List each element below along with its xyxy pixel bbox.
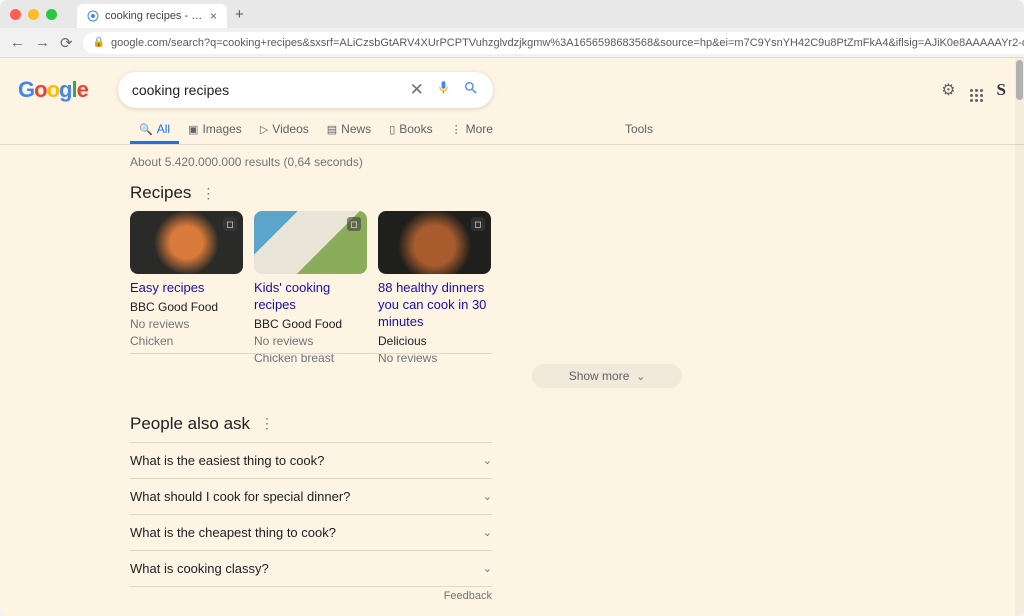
recipe-reviews: No reviews bbox=[254, 334, 367, 348]
account-icon[interactable]: S bbox=[997, 80, 1006, 100]
search-small-icon: 🔍 bbox=[139, 123, 153, 136]
recipe-image: ◻ bbox=[254, 211, 367, 274]
tab-all[interactable]: 🔍All bbox=[130, 114, 179, 144]
tab-news[interactable]: ▤News bbox=[318, 114, 380, 144]
window-maximize-button[interactable] bbox=[46, 9, 57, 20]
recipes-more-icon[interactable]: ⋮ bbox=[201, 185, 215, 202]
settings-icon[interactable]: ⚙ bbox=[941, 80, 955, 100]
recipe-tag: Chicken bbox=[130, 334, 243, 348]
back-button[interactable]: ← bbox=[10, 34, 25, 51]
recipe-source: BBC Good Food bbox=[254, 317, 367, 331]
tab-tools[interactable]: Tools bbox=[616, 114, 662, 144]
result-stats: About 5.420.000.000 results (0,64 second… bbox=[130, 155, 1024, 169]
image-icon: ▣ bbox=[188, 123, 198, 136]
recipe-reviews: No reviews bbox=[130, 317, 243, 331]
book-icon: ▯ bbox=[389, 123, 395, 136]
search-icon[interactable] bbox=[463, 80, 479, 101]
mic-icon[interactable] bbox=[436, 80, 451, 100]
bookmark-icon[interactable]: ◻ bbox=[223, 217, 237, 231]
feedback-link[interactable]: Feedback bbox=[130, 587, 492, 602]
paa-heading: People also ask bbox=[130, 414, 250, 434]
video-icon: ▷ bbox=[260, 123, 268, 136]
browser-tab-active[interactable]: cooking recipes - Google Sear × bbox=[77, 4, 227, 28]
recipe-title: Easy recipes bbox=[130, 280, 243, 297]
forward-button[interactable]: → bbox=[35, 34, 50, 51]
show-more-button[interactable]: Show more ⌄ bbox=[532, 364, 682, 388]
chevron-down-icon: ⌄ bbox=[483, 526, 492, 539]
recipe-card[interactable]: ◻ Easy recipes BBC Good Food No reviews … bbox=[130, 211, 243, 365]
recipe-title: 88 healthy dinners you can cook in 30 mi… bbox=[378, 280, 491, 331]
news-icon: ▤ bbox=[327, 123, 337, 136]
paa-item[interactable]: What is the cheapest thing to cook?⌄ bbox=[130, 515, 492, 551]
url-text: google.com/search?q=cooking+recipes&sxsr… bbox=[111, 37, 1024, 49]
recipe-image: ◻ bbox=[130, 211, 243, 274]
reload-button[interactable]: ⟳ bbox=[60, 34, 73, 52]
page-content: Google ✕ ⚙ S bbox=[0, 58, 1024, 616]
google-logo[interactable]: Google bbox=[18, 77, 88, 103]
window-close-button[interactable] bbox=[10, 9, 21, 20]
search-box[interactable]: ✕ bbox=[118, 72, 493, 108]
recipes-heading: Recipes bbox=[130, 183, 191, 203]
paa-item[interactable]: What is the easiest thing to cook?⌄ bbox=[130, 442, 492, 479]
paa-more-icon[interactable]: ⋮ bbox=[260, 415, 274, 432]
window-minimize-button[interactable] bbox=[28, 9, 39, 20]
tab-images[interactable]: ▣Images bbox=[179, 114, 251, 144]
bookmark-icon[interactable]: ◻ bbox=[347, 217, 361, 231]
new-tab-button[interactable]: + bbox=[235, 6, 244, 23]
paa-item[interactable]: What is cooking classy?⌄ bbox=[130, 551, 492, 587]
url-bar[interactable]: 🔒 google.com/search?q=cooking+recipes&sx… bbox=[83, 32, 1024, 54]
tab-close-icon[interactable]: × bbox=[210, 9, 217, 23]
recipe-card[interactable]: ◻ 88 healthy dinners you can cook in 30 … bbox=[378, 211, 491, 365]
recipe-card[interactable]: ◻ Kids' cooking recipes BBC Good Food No… bbox=[254, 211, 367, 365]
tab-books[interactable]: ▯Books bbox=[380, 114, 441, 144]
paa-item[interactable]: What should I cook for special dinner?⌄ bbox=[130, 479, 492, 515]
scrollbar[interactable] bbox=[1015, 58, 1024, 616]
clear-icon[interactable]: ✕ bbox=[410, 80, 424, 100]
recipe-title: Kids' cooking recipes bbox=[254, 280, 367, 314]
recipe-image: ◻ bbox=[378, 211, 491, 274]
apps-icon[interactable] bbox=[970, 79, 983, 102]
window-titlebar: cooking recipes - Google Sear × + bbox=[0, 0, 1024, 28]
google-favicon bbox=[87, 10, 99, 22]
lock-icon: 🔒 bbox=[93, 37, 105, 48]
chevron-down-icon: ⌄ bbox=[483, 490, 492, 503]
tab-title: cooking recipes - Google Sear bbox=[105, 10, 204, 22]
tab-videos[interactable]: ▷Videos bbox=[251, 114, 318, 144]
more-vert-icon: ⋮ bbox=[451, 123, 462, 136]
browser-toolbar: ← → ⟳ 🔒 google.com/search?q=cooking+reci… bbox=[0, 28, 1024, 58]
recipe-source: Delicious bbox=[378, 334, 491, 348]
chevron-down-icon: ⌄ bbox=[483, 454, 492, 467]
recipe-source: BBC Good Food bbox=[130, 300, 243, 314]
search-input[interactable] bbox=[132, 82, 410, 98]
tab-more[interactable]: ⋮More bbox=[442, 114, 502, 144]
divider bbox=[130, 353, 492, 354]
bookmark-icon[interactable]: ◻ bbox=[471, 217, 485, 231]
chevron-down-icon: ⌄ bbox=[636, 371, 645, 383]
chevron-down-icon: ⌄ bbox=[483, 562, 492, 575]
